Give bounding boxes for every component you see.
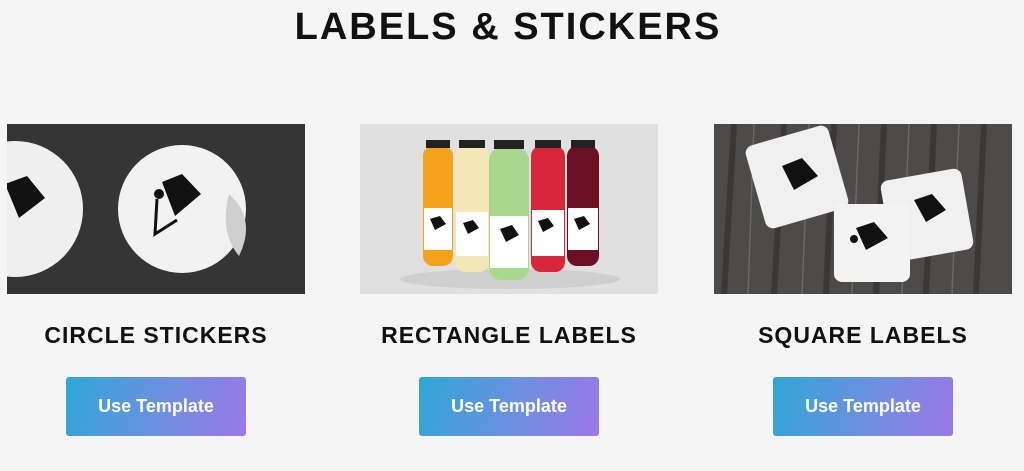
page-title: LABELS & STICKERS <box>294 6 722 48</box>
card-title: CIRCLE STICKERS <box>44 322 268 348</box>
use-template-button-rectangle-labels[interactable]: Use Template <box>419 377 599 436</box>
circle-stickers-image[interactable] <box>7 124 305 294</box>
use-template-button-circle-stickers[interactable]: Use Template <box>66 377 246 436</box>
card-title: RECTANGLE LABELS <box>381 322 637 348</box>
template-card-square-labels: SQUARE LABELS Use Template <box>714 124 1012 436</box>
use-template-button-square-labels[interactable]: Use Template <box>773 377 953 436</box>
rectangle-labels-image[interactable] <box>360 124 658 294</box>
square-labels-image[interactable] <box>714 124 1012 294</box>
card-title: SQUARE LABELS <box>758 322 968 348</box>
template-card-rectangle-labels: RECTANGLE LABELS Use Template <box>360 124 658 436</box>
template-card-circle-stickers: CIRCLE STICKERS Use Template <box>7 124 305 436</box>
